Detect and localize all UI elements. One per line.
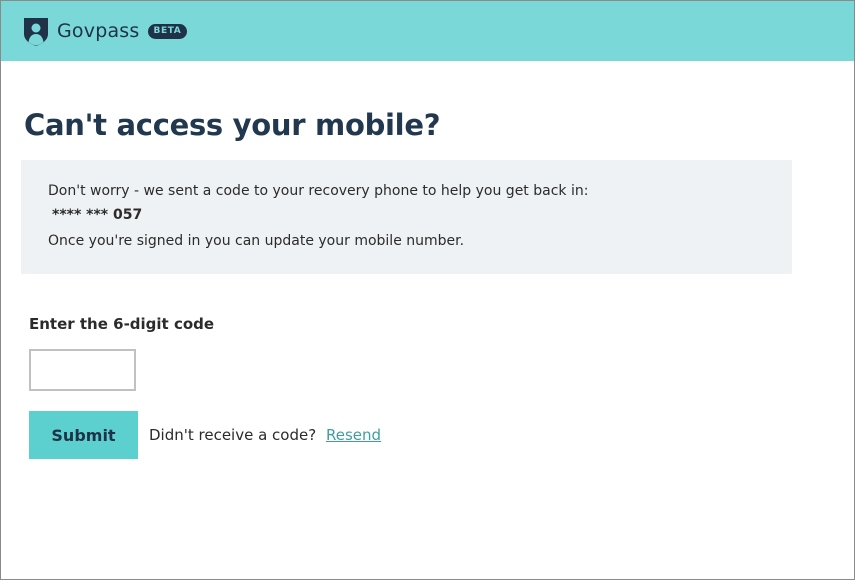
beta-badge: BETA [147, 23, 188, 39]
resend-prompt: Didn't receive a code? [149, 426, 317, 444]
page-title: Can't access your mobile? [24, 108, 441, 142]
submit-button[interactable]: Submit [29, 411, 138, 459]
resend-row: Didn't receive a code? Resend [149, 426, 381, 444]
code-field-label: Enter the 6-digit code [29, 315, 215, 333]
site-header: Govpass BETA [1, 1, 854, 61]
recovery-notice-panel: Don't worry - we sent a code to your rec… [21, 160, 792, 274]
masked-recovery-phone: **** *** 057 [52, 207, 143, 223]
brand-name: Govpass [57, 20, 140, 42]
resend-link[interactable]: Resend [326, 426, 381, 444]
code-input[interactable] [29, 349, 136, 391]
notice-message: Don't worry - we sent a code to your rec… [48, 183, 589, 199]
shield-person-icon [24, 18, 48, 46]
notice-update-hint: Once you're signed in you can update you… [48, 233, 465, 249]
page-frame: Govpass BETA Can't access your mobile? D… [0, 0, 855, 580]
site-logo[interactable]: Govpass BETA [23, 16, 188, 46]
